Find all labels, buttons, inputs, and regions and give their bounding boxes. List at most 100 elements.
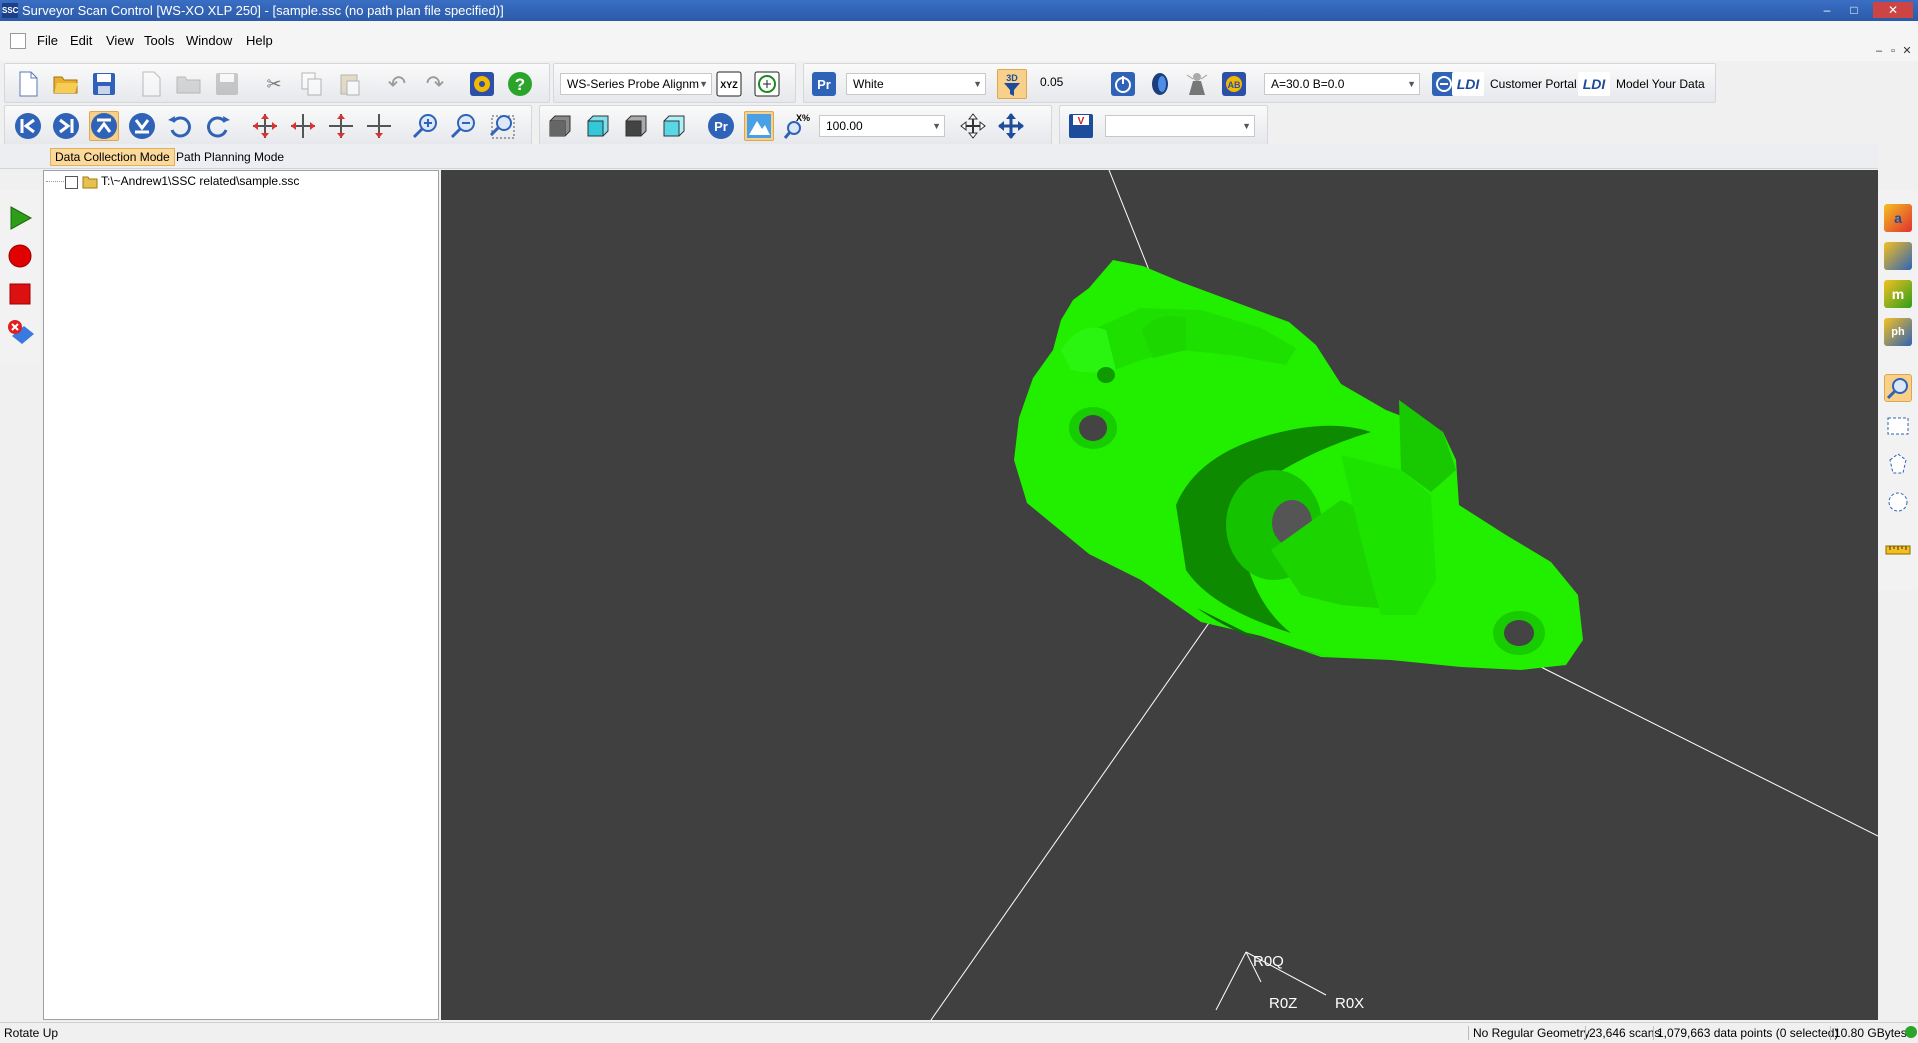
shaded-cube-icon[interactable]	[545, 111, 575, 141]
save-path-plan-icon[interactable]	[212, 69, 242, 99]
view-settings-toolbar: Pr White ▼ 3D 0.05 AB A=30.0 B=0.0 ▼ LDI C…	[803, 63, 1716, 103]
analysis-m-icon[interactable]: m	[1884, 280, 1912, 308]
close-button[interactable]: ✕	[1873, 2, 1913, 18]
select-rectangle-icon[interactable]	[1884, 412, 1912, 440]
material-color-select[interactable]: White ▼	[846, 73, 986, 95]
saved-view-select[interactable]: ▼	[1105, 115, 1255, 137]
probe-check-icon[interactable]	[752, 69, 782, 99]
rotate-cw-icon[interactable]	[203, 111, 233, 141]
view-top-icon[interactable]	[89, 111, 119, 141]
document-menu-icon[interactable]	[10, 33, 26, 49]
tab-path-planning[interactable]: Path Planning Mode	[176, 148, 284, 166]
save-mark-label: V	[1078, 116, 1085, 127]
cut-icon[interactable]: ✂	[259, 69, 289, 99]
move-blue-icon[interactable]	[996, 111, 1026, 141]
tree-root-path[interactable]: T:\~Andrew1\SSC related\sample.ssc	[101, 174, 299, 188]
copy-icon[interactable]	[297, 69, 327, 99]
tab-data-collection[interactable]: Data Collection Mode	[50, 148, 175, 166]
pan-icon[interactable]	[250, 111, 280, 141]
analysis-a-icon[interactable]: a	[1884, 204, 1912, 232]
pan-down-icon[interactable]	[364, 111, 394, 141]
probe-alignment-value: WS-Series Probe Alignm	[567, 77, 700, 91]
save-icon[interactable]	[89, 69, 119, 99]
menu-file[interactable]: File	[37, 33, 58, 48]
view-bottom-icon[interactable]	[127, 111, 157, 141]
select-zoom-icon[interactable]	[1884, 374, 1912, 402]
zoom-in-icon[interactable]	[411, 111, 441, 141]
axis-x-label: R0X	[1335, 995, 1365, 1012]
ldi-logo-text: LDI	[1583, 76, 1607, 92]
new-file-icon[interactable]	[13, 69, 43, 99]
filter-value-field[interactable]: 0.05	[1034, 72, 1104, 94]
model-your-data-link[interactable]: Model Your Data	[1616, 77, 1705, 91]
new-path-plan-icon[interactable]	[136, 69, 166, 99]
zoom-window-icon[interactable]	[487, 111, 517, 141]
projection-2-icon[interactable]: Pr	[706, 111, 736, 141]
rotate-ccw-icon[interactable]	[165, 111, 195, 141]
select-polygon-icon[interactable]	[1884, 450, 1912, 478]
undo-icon[interactable]: ↶	[382, 69, 412, 99]
analysis-ph-icon[interactable]: ph	[1884, 318, 1912, 346]
dark-cube-icon[interactable]	[621, 111, 651, 141]
ldi-logo-icon[interactable]: LDI	[1450, 69, 1486, 99]
cyan-cube-icon[interactable]	[583, 111, 613, 141]
pr-label: Pr	[817, 77, 831, 92]
open-path-plan-icon[interactable]	[174, 69, 204, 99]
status-geometry: No Regular Geometry	[1473, 1026, 1590, 1040]
save-view-icon[interactable]: V	[1066, 111, 1096, 141]
3d-viewport[interactable]: R0Q R0Z R0X	[441, 170, 1878, 1020]
menu-tools[interactable]: Tools	[144, 33, 174, 48]
view-left-icon[interactable]	[13, 111, 43, 141]
projection-icon[interactable]: Pr	[809, 69, 839, 99]
analysis-icon[interactable]	[1884, 242, 1912, 270]
menu-window[interactable]: Window	[186, 33, 232, 48]
3d-filter-icon[interactable]: 3D	[997, 69, 1027, 99]
axis-z-label: R0Z	[1269, 995, 1298, 1012]
zoom-percent-icon[interactable]: X%	[782, 111, 812, 141]
customer-portal-link[interactable]: Customer Portal	[1490, 77, 1577, 91]
zoom-out-icon[interactable]	[449, 111, 479, 141]
laser-settings-icon[interactable]	[1182, 69, 1212, 99]
tree-item-checkbox[interactable]	[65, 176, 78, 189]
record-icon[interactable]	[6, 242, 34, 270]
angle-settings-icon[interactable]: AB	[1219, 69, 1249, 99]
minimize-button[interactable]: –	[1818, 2, 1836, 18]
ruler-icon[interactable]	[1884, 536, 1912, 564]
help-icon[interactable]: ?	[505, 69, 535, 99]
menu-help[interactable]: Help	[246, 33, 273, 48]
select-lasso-icon[interactable]	[1884, 488, 1912, 516]
view-right-icon[interactable]	[51, 111, 81, 141]
axis-origin-label: R0Q	[1253, 953, 1284, 970]
status-size: 10.80 GBytes	[1834, 1026, 1907, 1040]
menu-view[interactable]: View	[106, 33, 134, 48]
clear-scans-icon[interactable]	[6, 318, 36, 348]
status-message: Rotate Up	[4, 1026, 59, 1040]
open-folder-icon[interactable]	[51, 69, 81, 99]
menu-bar: File Edit View Tools Window Help	[0, 21, 1918, 61]
exposure-icon[interactable]	[1145, 69, 1175, 99]
redo-icon[interactable]: ↷	[420, 69, 450, 99]
probe-alignment-select[interactable]: WS-Series Probe Alignm ▼	[560, 73, 712, 95]
surface-view-icon[interactable]	[744, 111, 774, 141]
move-icon[interactable]	[958, 111, 988, 141]
status-separator	[1653, 1026, 1654, 1040]
light-cyan-cube-icon[interactable]	[659, 111, 689, 141]
pan-vertical-icon[interactable]	[326, 111, 356, 141]
play-icon[interactable]	[6, 204, 34, 232]
mdi-close-button[interactable]: ✕	[1900, 44, 1914, 58]
status-scans: 23,646 scans	[1589, 1026, 1661, 1040]
mdi-minimize-button[interactable]: –	[1872, 44, 1886, 58]
mdi-restore-button[interactable]: ▫	[1886, 44, 1900, 58]
maximize-button[interactable]: □	[1845, 2, 1863, 18]
stop-icon[interactable]	[6, 280, 34, 308]
paste-icon[interactable]	[335, 69, 365, 99]
pan-horizontal-icon[interactable]	[288, 111, 318, 141]
power-icon[interactable]	[1108, 69, 1138, 99]
angles-select[interactable]: A=30.0 B=0.0 ▼	[1264, 73, 1420, 95]
xyz-align-icon[interactable]: XYZ	[714, 69, 744, 99]
menu-edit[interactable]: Edit	[70, 33, 92, 48]
ldi-logo-icon[interactable]: LDI	[1576, 69, 1612, 99]
window-title: Surveyor Scan Control [WS-XO XLP 250] - …	[22, 3, 504, 18]
zoom-value-select[interactable]: 100.00 ▼	[819, 115, 945, 137]
scan-settings-icon[interactable]	[467, 69, 497, 99]
